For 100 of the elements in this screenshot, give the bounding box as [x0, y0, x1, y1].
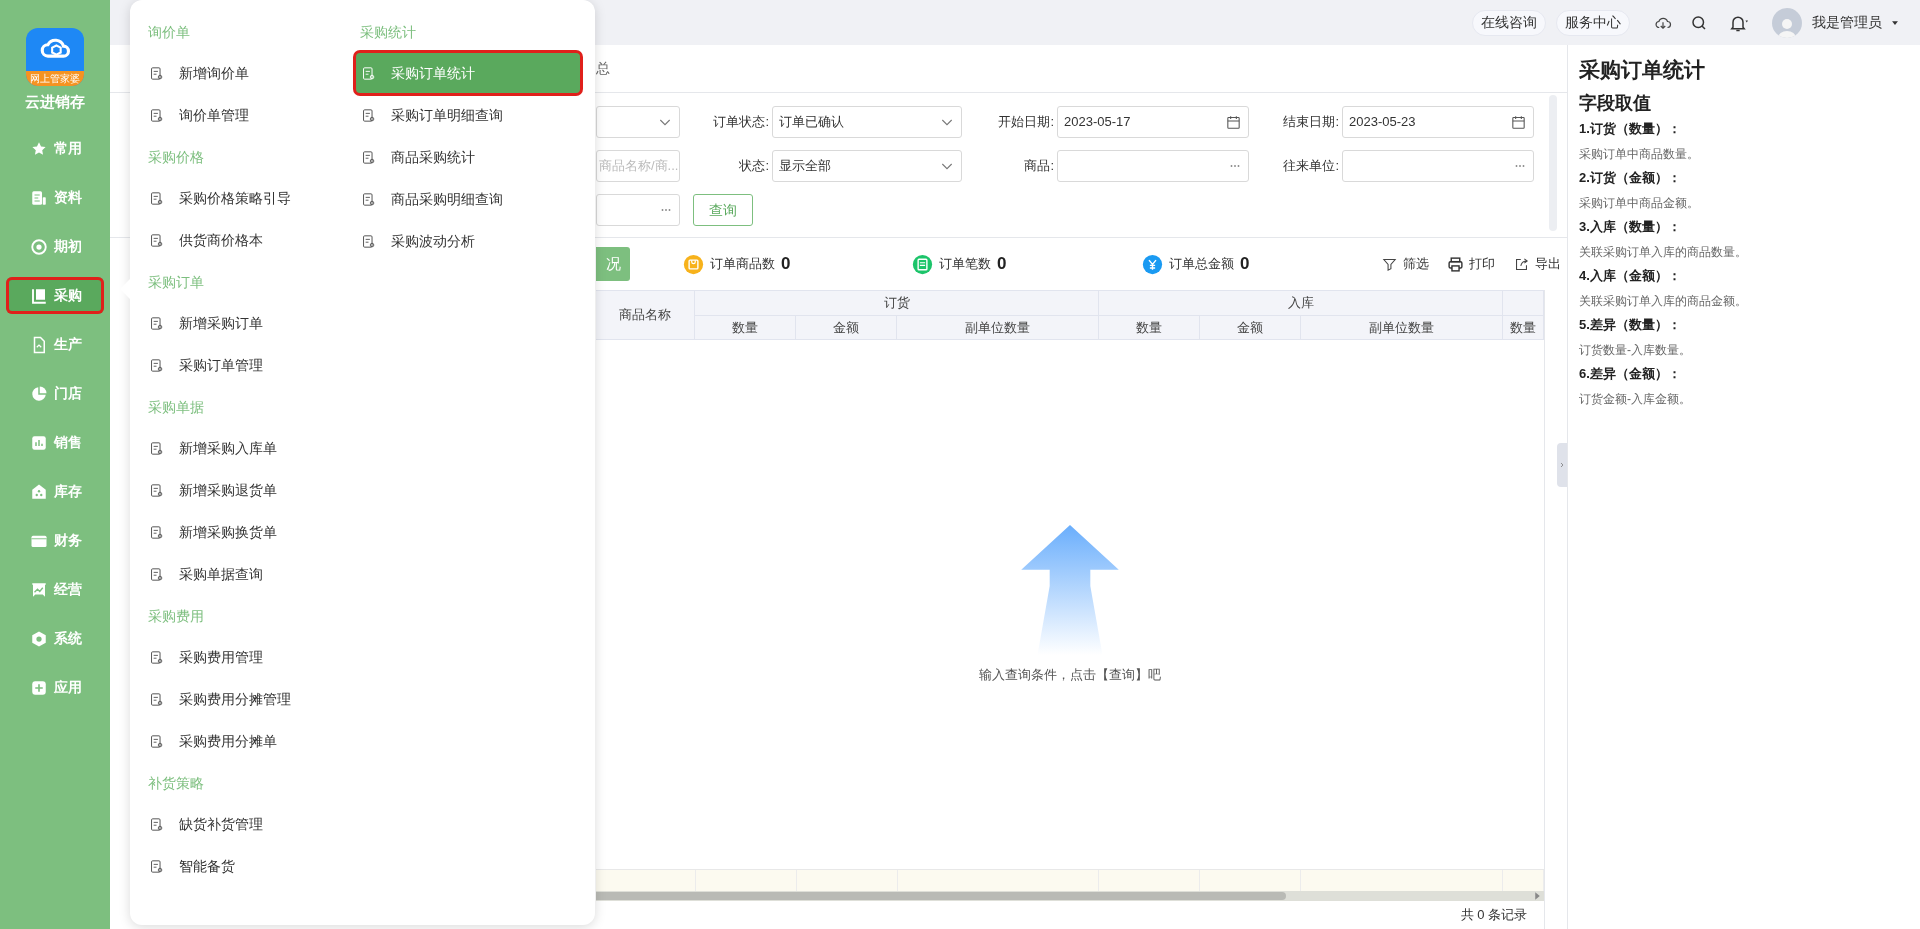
- document-icon: [148, 106, 165, 124]
- menu-item[interactable]: 缺货补货管理: [148, 804, 348, 844]
- line-chart-icon: [30, 580, 48, 599]
- menu-item[interactable]: 采购单据查询: [148, 554, 348, 594]
- field-name: 3.入库（数量）：: [1579, 218, 1682, 236]
- stat-value: 0: [997, 253, 1007, 276]
- column-header: 数量: [695, 315, 796, 339]
- menu-item[interactable]: 新增采购入库单: [148, 428, 348, 468]
- field-name: 5.差异（数量）：: [1579, 316, 1682, 334]
- scroll-right-arrow-icon: [1533, 891, 1542, 901]
- picker-field[interactable]: [1057, 150, 1249, 182]
- menu-item[interactable]: 商品采购统计: [356, 137, 580, 177]
- column-group-header: 订货: [695, 291, 1098, 316]
- menu-item[interactable]: 智能备货: [148, 846, 348, 886]
- dropdown[interactable]: 显示全部: [772, 150, 962, 182]
- document-icon: [30, 188, 48, 207]
- document-icon: [360, 148, 377, 166]
- menu-item[interactable]: 采购订单管理: [148, 345, 348, 385]
- search-icon: [1690, 13, 1708, 32]
- menu-group-title: 询价单: [148, 23, 191, 42]
- column-header: 副单位数量: [963, 318, 1031, 337]
- column-header: 金额: [795, 315, 897, 339]
- menu-item[interactable]: 采购费用分摊单: [148, 721, 348, 761]
- menu-group-title: 采购统计: [360, 23, 417, 42]
- user-menu[interactable]: 我是管理员: [1812, 12, 1900, 33]
- column-header: 数量: [1509, 318, 1537, 337]
- menu-item[interactable]: 采购订单明细查询: [356, 95, 580, 135]
- document-icon: [148, 481, 165, 499]
- help-title: 采购订单统计: [1579, 57, 1706, 83]
- dropdown[interactable]: 订单已确认: [772, 106, 962, 138]
- help-subtitle: 字段取值: [1579, 92, 1652, 115]
- stat-label: 订单笔数: [939, 255, 991, 274]
- document-icon: [148, 356, 165, 374]
- field-description: 订货数量-入库数量。: [1579, 342, 1692, 359]
- document-icon: [148, 815, 165, 833]
- field-description: 关联采购订单入库的商品数量。: [1579, 244, 1748, 261]
- plus-icon: [30, 678, 48, 697]
- menu-item[interactable]: 采购波动分析: [356, 221, 580, 261]
- dropdown[interactable]: [596, 106, 680, 138]
- calendar-icon: [1510, 113, 1527, 131]
- field-description: 采购订单中商品金额。: [1579, 195, 1700, 212]
- hexagon-icon: [30, 629, 48, 648]
- target-icon: [30, 237, 48, 256]
- document-icon: [148, 189, 165, 207]
- field-label: 往来单位:: [1282, 157, 1340, 176]
- pie-chart-icon: [30, 384, 48, 403]
- field-name: 4.入库（金额）：: [1579, 267, 1682, 285]
- book-icon: [30, 286, 48, 305]
- stat-value: 0: [1240, 253, 1250, 276]
- collapse-handle[interactable]: [1557, 443, 1567, 487]
- logo-badge: 网上管家婆: [26, 71, 84, 86]
- document-icon: [148, 314, 165, 332]
- menu-item[interactable]: 新增采购换货单: [148, 512, 348, 552]
- date-field[interactable]: 2023-05-23: [1342, 106, 1534, 138]
- picker-field[interactable]: [596, 194, 680, 226]
- date-field[interactable]: 2023-05-17: [1057, 106, 1249, 138]
- field-label: 开始日期:: [997, 113, 1055, 132]
- document-icon: [148, 565, 165, 583]
- field-label: 状态:: [738, 157, 770, 176]
- picker-field[interactable]: [1342, 150, 1534, 182]
- stat-label: 订单总金额: [1169, 255, 1234, 274]
- menu-group-title: 采购价格: [148, 148, 205, 167]
- field-label: 结束日期:: [1282, 113, 1340, 132]
- top-button[interactable]: 在线咨询: [1472, 9, 1546, 36]
- app-name: 云进销存: [25, 92, 85, 112]
- printer-icon: [1447, 255, 1464, 273]
- menu-group-title: 采购单据: [148, 398, 205, 417]
- toolbar-button[interactable]: 导出: [1513, 254, 1561, 274]
- menu-item[interactable]: 新增采购退货单: [148, 470, 348, 510]
- field-label: 订单状态:: [712, 113, 770, 132]
- menu-item[interactable]: 新增采购订单: [148, 303, 348, 343]
- menu-item[interactable]: 采购费用管理: [148, 637, 348, 677]
- document-icon: [148, 690, 165, 708]
- toolbar-button[interactable]: 打印: [1447, 254, 1495, 274]
- field-description: 采购订单中商品数量。: [1579, 146, 1700, 163]
- menu-item[interactable]: 采购费用分摊管理: [148, 679, 348, 719]
- document-icon: [148, 648, 165, 666]
- stat-value: 0: [781, 253, 791, 276]
- horizontal-scrollbar[interactable]: [596, 891, 1544, 901]
- menu-group-title: 补货策略: [148, 774, 205, 793]
- document-icon: [148, 64, 165, 82]
- toolbar-button[interactable]: 筛选: [1381, 254, 1429, 274]
- bar-chart-icon: [30, 433, 48, 452]
- tab[interactable]: 总: [596, 45, 610, 92]
- document-icon: [360, 64, 377, 82]
- menu-item[interactable]: 询价单管理: [148, 95, 348, 135]
- menu-item[interactable]: 采购价格策略引导: [148, 178, 348, 218]
- top-button[interactable]: 服务中心: [1556, 9, 1630, 36]
- record-count: 共 0 条记录: [1460, 906, 1527, 925]
- document-icon: [148, 523, 165, 541]
- field-name: 1.订货（数量）：: [1579, 120, 1682, 138]
- document-icon: [360, 190, 377, 208]
- field-name: 2.订货（金额）：: [1579, 169, 1682, 187]
- column-header: 数量: [1099, 315, 1200, 339]
- house-icon: [30, 482, 48, 501]
- menu-item[interactable]: 新增询价单: [148, 53, 348, 93]
- menu-item[interactable]: 供货商价格本: [148, 220, 348, 260]
- column-header: 副单位数量: [1367, 318, 1435, 337]
- column-header: 金额: [1199, 315, 1301, 339]
- menu-item[interactable]: 商品采购明细查询: [356, 179, 580, 219]
